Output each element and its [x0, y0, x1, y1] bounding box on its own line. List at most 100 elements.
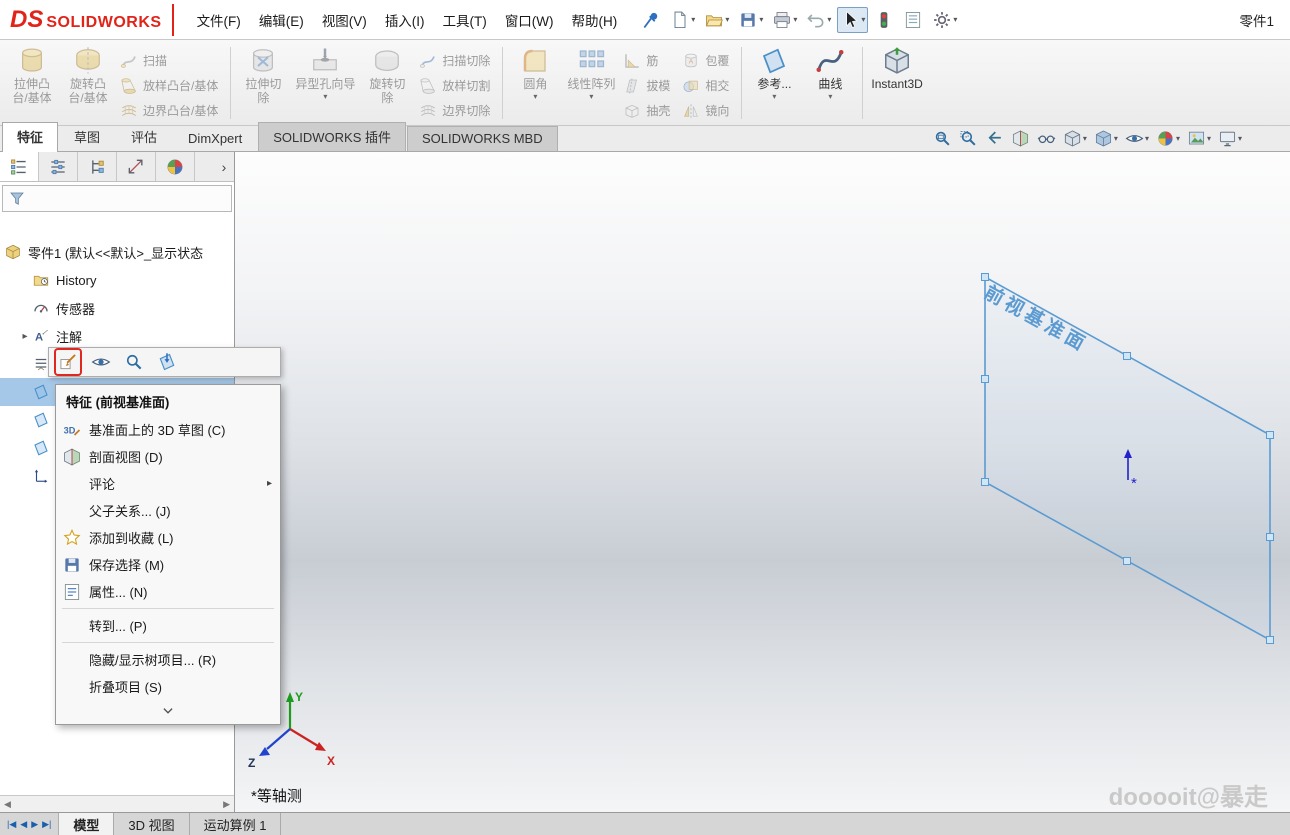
dropdown-caret-icon[interactable]: ▾ — [1176, 134, 1180, 143]
ribbon-button-draft[interactable]: 拔模 — [619, 73, 678, 98]
headsup-section-view-button[interactable] — [1011, 129, 1030, 148]
ribbon-button-extrude-boss[interactable]: 拉伸凸 台/基体 — [4, 43, 60, 123]
dropdown-caret-icon[interactable]: ▾ — [1238, 134, 1242, 143]
context-toolbar-zoom-to-selection-button[interactable] — [122, 350, 146, 374]
menu-view[interactable]: 视图(V) — [313, 4, 376, 36]
tree-filter[interactable] — [2, 185, 232, 212]
ribbon-button-fillet[interactable]: 圆角▾ — [507, 43, 563, 123]
manager-tab-dimx[interactable] — [117, 152, 156, 181]
tab-features[interactable]: 特征 — [2, 122, 58, 152]
dropdown-caret-icon[interactable]: ▾ — [828, 92, 832, 101]
ribbon-button-revolve-cut[interactable]: 旋转切 除 — [359, 43, 415, 123]
menu-item-hide-show-tree-items[interactable]: 隐藏/显示树项目... (R) — [56, 646, 280, 673]
ribbon-button-wrap[interactable]: A包覆 — [678, 48, 737, 73]
headsup-previous-view-button[interactable] — [985, 129, 1004, 148]
dropdown-caret-icon[interactable]: ▾ — [861, 15, 865, 24]
bottom-tab-3d-views[interactable]: 3D 视图 — [114, 813, 189, 835]
ribbon-button-shell[interactable]: 抽壳 — [619, 98, 678, 123]
undo-button[interactable]: ▾ — [803, 7, 834, 33]
last-tab-icon[interactable]: ▶| — [42, 820, 51, 829]
menu-item-collapse-items[interactable]: 折叠项目 (S) — [56, 673, 280, 700]
scroll-right-icon[interactable]: ▶ — [223, 799, 230, 810]
ribbon-button-revolve-boss[interactable]: 旋转凸 台/基体 — [60, 43, 116, 123]
manager-tab-fm-tree[interactable] — [0, 152, 39, 181]
tree-item-part-root[interactable]: 零件1 (默认<<默认>_显示状态 — [0, 238, 234, 266]
first-tab-icon[interactable]: |◀ — [7, 820, 16, 829]
headsup-edit-appearance-button[interactable]: ▾ — [1156, 129, 1180, 148]
bottom-tab-model[interactable]: 模型 — [59, 813, 114, 835]
headsup-display-style-button[interactable]: ▾ — [1094, 129, 1118, 148]
dropdown-caret-icon[interactable]: ▾ — [759, 15, 763, 24]
ribbon-button-curves[interactable]: 曲线▾ — [802, 43, 858, 123]
ribbon-button-rib[interactable]: 筋 — [619, 48, 678, 73]
open-button[interactable]: ▾ — [701, 7, 732, 33]
menu-item-properties[interactable]: 属性... (N) — [56, 578, 280, 605]
front-plane-graphic[interactable]: * — [235, 152, 1290, 812]
ribbon-button-sweep-cut[interactable]: 扫描切除 — [415, 48, 498, 73]
ribbon-button-extrude-cut[interactable]: 拉伸切 除 — [235, 43, 291, 123]
sheet-navigation[interactable]: |◀ ◀ ▶ ▶| — [0, 813, 59, 835]
menu-item-parent-child[interactable]: 父子关系... (J) — [56, 497, 280, 524]
dropdown-caret-icon[interactable]: ▾ — [533, 92, 537, 101]
dropdown-caret-icon[interactable]: ▾ — [1145, 134, 1149, 143]
menu-item-comment[interactable]: 评论▸ — [56, 470, 280, 497]
pin-button[interactable] — [638, 7, 664, 33]
ribbon-button-loft-cut[interactable]: 放样切割 — [415, 73, 498, 98]
traffic-light-button[interactable] — [871, 7, 897, 33]
tab-dimxpert[interactable]: DimXpert — [173, 126, 257, 151]
menu-insert[interactable]: 插入(I) — [376, 4, 434, 36]
ribbon-button-instant3d[interactable]: Instant3D — [867, 43, 926, 123]
headsup-apply-scene-button[interactable]: ▾ — [1187, 129, 1211, 148]
dropdown-caret-icon[interactable]: ▾ — [725, 15, 729, 24]
menu-edit[interactable]: 编辑(E) — [250, 4, 313, 36]
menu-item-add-to-favorites[interactable]: 添加到收藏 (L) — [56, 524, 280, 551]
dropdown-caret-icon[interactable]: ▾ — [1207, 134, 1211, 143]
new-doc-button[interactable]: ▾ — [667, 7, 698, 33]
next-tab-icon[interactable]: ▶ — [31, 820, 38, 829]
bottom-tab-motion-study-1[interactable]: 运动算例 1 — [190, 813, 282, 835]
menu-item-3d-sketch-on-plane[interactable]: 3D基准面上的 3D 草图 (C) — [56, 416, 280, 443]
context-toolbar-normal-to-button[interactable] — [155, 350, 179, 374]
ribbon-button-hole-wizard[interactable]: 异型孔向导▾ — [291, 43, 359, 123]
dropdown-caret-icon[interactable]: ▾ — [793, 15, 797, 24]
menu-file[interactable]: 文件(F) — [188, 4, 250, 36]
ribbon-button-mirror[interactable]: 镜向 — [678, 98, 737, 123]
select-cursor-button[interactable]: ▾ — [837, 7, 868, 33]
menu-tools[interactable]: 工具(T) — [434, 4, 496, 36]
headsup-view-orientation-button[interactable]: ▾ — [1063, 129, 1087, 148]
headsup-annotation-view-button[interactable] — [1037, 129, 1056, 148]
ribbon-button-loft[interactable]: 放样凸台/基体 — [116, 73, 226, 98]
ribbon-button-intersect[interactable]: 相交 — [678, 73, 737, 98]
tab-solidworks-addins[interactable]: SOLIDWORKS 插件 — [258, 122, 406, 151]
manager-tab-disp-ball[interactable] — [156, 152, 195, 181]
ribbon-button-sweep[interactable]: 扫描 — [116, 48, 226, 73]
tab-sketch[interactable]: 草图 — [59, 122, 115, 151]
dropdown-caret-icon[interactable]: ▾ — [1114, 134, 1118, 143]
menu-item-section-view[interactable]: 剖面视图 (D) — [56, 443, 280, 470]
ribbon-button-boundary-cut[interactable]: 边界切除 — [415, 98, 498, 123]
graphics-area[interactable]: * 前视基准面 Y X Z *等轴测 dooooit@暴走 — [235, 152, 1290, 812]
ribbon-button-reference-geometry[interactable]: 参考...▾ — [746, 43, 802, 123]
task-pane-button[interactable] — [900, 7, 926, 33]
prev-tab-icon[interactable]: ◀ — [20, 820, 27, 829]
tree-item-history[interactable]: History — [0, 266, 234, 294]
tab-solidworks-mbd[interactable]: SOLIDWORKS MBD — [407, 126, 558, 151]
menu-expand-chevron[interactable] — [56, 700, 280, 722]
tree-item-annotations[interactable]: ▸A注解 — [0, 322, 234, 350]
context-toolbar-hide-show-eye-button[interactable] — [89, 350, 113, 374]
manager-tab-pm-sliders[interactable] — [39, 152, 78, 181]
menu-help[interactable]: 帮助(H) — [563, 4, 627, 36]
menu-item-save-selection[interactable]: 保存选择 (M) — [56, 551, 280, 578]
context-toolbar-sketch-button[interactable] — [56, 350, 80, 374]
tree-item-sensors[interactable]: 传感器 — [0, 294, 234, 322]
ribbon-button-linear-pattern[interactable]: 线性阵列▾ — [563, 43, 619, 123]
headsup-view-settings-button[interactable]: ▾ — [1218, 129, 1242, 148]
tree-horizontal-scrollbar[interactable]: ◀ ▶ — [0, 795, 234, 812]
tab-evaluate[interactable]: 评估 — [116, 122, 172, 151]
headsup-hide-show-items-button[interactable]: ▾ — [1125, 129, 1149, 148]
dropdown-caret-icon[interactable]: ▾ — [772, 92, 776, 101]
dropdown-caret-icon[interactable]: ▾ — [589, 92, 593, 101]
headsup-zoom-area-button[interactable] — [959, 129, 978, 148]
dropdown-caret-icon[interactable]: ▾ — [827, 15, 831, 24]
dropdown-caret-icon[interactable]: ▾ — [323, 92, 327, 101]
